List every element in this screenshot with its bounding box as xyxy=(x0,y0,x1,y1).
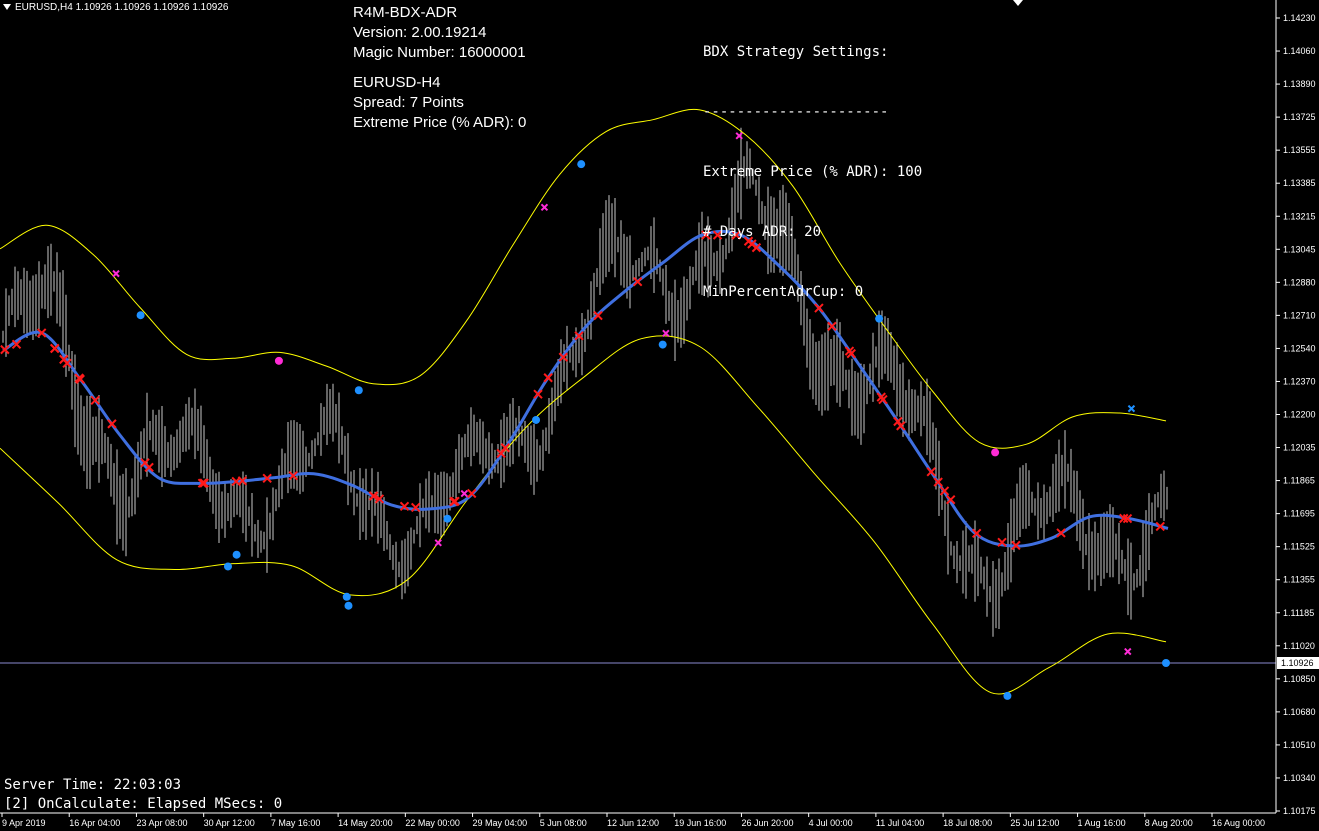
symbol-info: EURUSD,H4 1.10926 1.10926 1.10926 1.1092… xyxy=(15,2,229,13)
x-tick-label: 22 May 00:00 xyxy=(405,818,460,828)
x-tick-label: 18 Jul 08:00 xyxy=(943,818,992,828)
y-tick-label: 1.12880 xyxy=(1283,277,1316,287)
y-tick-label: 1.12200 xyxy=(1283,410,1316,420)
elapsed-msecs: [2] OnCalculate: Elapsed MSecs: 0 xyxy=(4,796,283,812)
y-tick-label: 1.11185 xyxy=(1283,608,1314,618)
x-tick-label: 16 Apr 04:00 xyxy=(69,818,120,828)
band-touch-dot xyxy=(344,601,353,610)
x-tick-label: 25 Jul 12:00 xyxy=(1010,818,1059,828)
ea-symbol: EURUSD-H4 xyxy=(353,74,441,91)
y-tick-label: 1.10175 xyxy=(1283,806,1316,816)
y-tick-label: 1.10680 xyxy=(1283,707,1316,717)
x-tick-label: 23 Apr 08:00 xyxy=(136,818,187,828)
band-touch-dot xyxy=(532,415,541,424)
x-tick-label: 5 Jun 08:00 xyxy=(540,818,587,828)
chevron-down-icon[interactable] xyxy=(3,4,11,11)
x-tick-label: 8 Aug 20:00 xyxy=(1145,818,1193,828)
server-time: Server Time: 22:03:03 xyxy=(4,777,182,793)
x-tick-label: 29 May 04:00 xyxy=(473,818,528,828)
y-tick-label: 1.11865 xyxy=(1283,476,1315,486)
x-tick-label: 30 Apr 12:00 xyxy=(204,818,255,828)
ea-info-panel: R4M-BDX-ADR Version: 2.00.19214 Magic Nu… xyxy=(353,3,526,133)
y-tick-label: 1.10850 xyxy=(1283,674,1316,684)
x-tick-label: 16 Aug 00:00 xyxy=(1212,818,1265,828)
ea-version: Version: 2.00.19214 xyxy=(353,24,487,41)
x-tick-label: 7 May 16:00 xyxy=(271,818,321,828)
settings-title: BDX Strategy Settings: xyxy=(703,44,889,60)
y-tick-label: 1.14060 xyxy=(1283,46,1316,56)
y-tick-label: 1.11525 xyxy=(1283,542,1315,552)
band-touch-dot xyxy=(232,550,241,559)
y-tick-label: 1.13725 xyxy=(1283,112,1316,122)
band-touch-dot xyxy=(136,311,145,320)
settings-divider: ---------------------- xyxy=(703,104,889,120)
chart-scroll-marker-icon[interactable] xyxy=(1013,0,1023,6)
x-tick-label: 4 Jul 00:00 xyxy=(809,818,853,828)
band-touch-dot xyxy=(991,448,1000,457)
y-tick-label: 1.11695 xyxy=(1283,509,1315,519)
y-tick-label: 1.13385 xyxy=(1283,178,1316,188)
ea-magic-number: Magic Number: 16000001 xyxy=(353,44,526,61)
band-touch-dot xyxy=(342,592,351,601)
settings-days-adr: # Days ADR: 20 xyxy=(703,224,822,240)
y-tick-label: 1.12035 xyxy=(1283,443,1316,453)
strategy-settings-panel: BDX Strategy Settings: -----------------… xyxy=(703,2,922,322)
x-tick-label: 9 Apr 2019 xyxy=(2,818,46,828)
settings-min-cup: MinPercentAdrCup: 0 xyxy=(703,284,864,300)
price-chart[interactable]: 1.14230 1.14060 1.13890 1.13725 1.13555 1.133… xyxy=(0,0,1319,831)
y-tick-label: 1.10340 xyxy=(1283,773,1316,783)
chart-header[interactable]: EURUSD,H4 1.10926 1.10926 1.10926 1.1092… xyxy=(3,2,229,13)
current-price-dot xyxy=(1162,659,1170,667)
x-tick-label: 26 Jun 20:00 xyxy=(741,818,793,828)
y-tick-label: 1.12370 xyxy=(1283,376,1316,386)
x-tick-label: 19 Jun 16:00 xyxy=(674,818,726,828)
ea-name: R4M-BDX-ADR xyxy=(353,4,458,21)
y-tick-label: 1.11020 xyxy=(1283,641,1315,651)
settings-extreme: Extreme Price (% ADR): 100 xyxy=(703,164,923,180)
y-tick-label: 1.10510 xyxy=(1283,740,1316,750)
y-tick-label: 1.13215 xyxy=(1283,211,1316,221)
current-price-label: 1.10926 xyxy=(1281,658,1314,668)
band-touch-dot xyxy=(354,386,363,395)
band-touch-dot xyxy=(223,562,232,571)
x-tick-label: 14 May 20:00 xyxy=(338,818,393,828)
band-touch-dot xyxy=(658,340,667,349)
band-touch-dot xyxy=(274,356,283,365)
y-tick-label: 1.14230 xyxy=(1283,13,1316,23)
band-touch-dot xyxy=(1003,691,1012,700)
band-touch-dot xyxy=(577,160,586,169)
x-tick-label: 12 Jun 12:00 xyxy=(607,818,659,828)
y-tick-label: 1.13045 xyxy=(1283,244,1316,254)
y-tick-label: 1.12710 xyxy=(1283,310,1316,320)
y-tick-label: 1.12540 xyxy=(1283,343,1316,353)
x-tick-label: 11 Jul 04:00 xyxy=(876,818,924,828)
y-tick-label: 1.13555 xyxy=(1283,145,1316,155)
y-tick-label: 1.11355 xyxy=(1283,575,1315,585)
ea-extreme-price: Extreme Price (% ADR): 0 xyxy=(353,114,527,131)
x-tick-label: 1 Aug 16:00 xyxy=(1078,818,1126,828)
ea-spread: Spread: 7 Points xyxy=(353,94,464,111)
y-tick-label: 1.13890 xyxy=(1283,79,1316,89)
band-touch-dot xyxy=(443,514,452,523)
